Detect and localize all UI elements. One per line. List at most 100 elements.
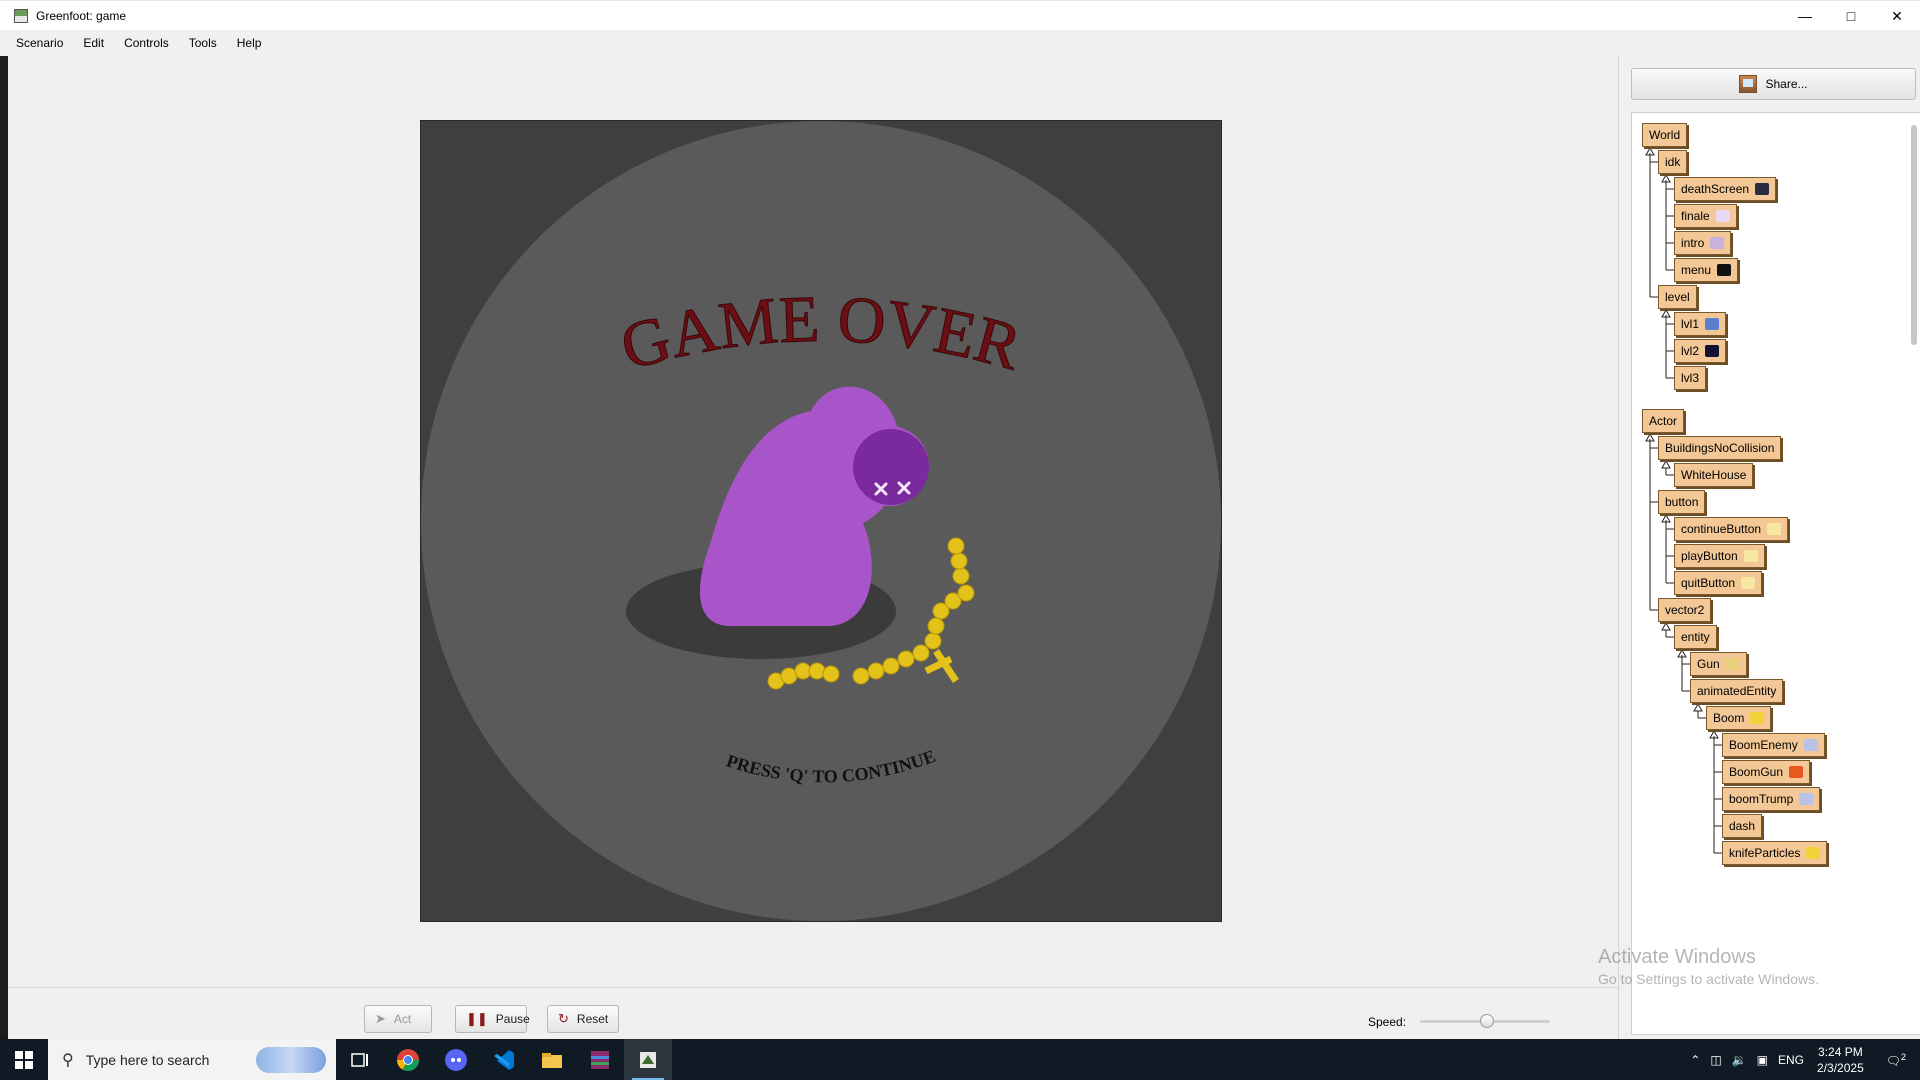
volume-icon[interactable]: 🔉 xyxy=(1727,1053,1752,1067)
class-intro[interactable]: intro xyxy=(1674,231,1732,255)
windows-taskbar: ⚲ Type here to search ⌃ ◫ 🔉 ▣ ENG 3:24 P… xyxy=(0,1039,1920,1080)
class-image-icon xyxy=(1743,550,1758,562)
class-label: idk xyxy=(1665,155,1681,169)
class-label: lvl3 xyxy=(1681,371,1700,385)
class-Gun[interactable]: Gun xyxy=(1690,652,1747,676)
class-image-icon xyxy=(1741,577,1756,589)
class-diagram: World idk deathScreen finale intro menu level l… xyxy=(1631,112,1920,1035)
search-icon: ⚲ xyxy=(62,1051,74,1069)
winrar-icon[interactable] xyxy=(576,1039,624,1080)
class-BoomEnemy[interactable]: BoomEnemy xyxy=(1722,733,1825,757)
class-BuildingsNoCollision[interactable]: BuildingsNoCollision xyxy=(1658,436,1782,460)
class-label: BuildingsNoCollision xyxy=(1665,441,1775,455)
class-label: lvl1 xyxy=(1681,317,1700,331)
search-highlight-art xyxy=(256,1047,326,1073)
minimize-button[interactable]: — xyxy=(1782,1,1828,31)
game-world-canvas[interactable]: GAME OVER PRESS 'Q' TO CONTINUE xyxy=(420,120,1222,922)
discord-icon[interactable] xyxy=(432,1039,480,1080)
clock[interactable]: 3:24 PM 2/3/2025 xyxy=(1809,1044,1872,1076)
class-image-icon xyxy=(1767,523,1782,535)
class-pane-scroll-thumb[interactable] xyxy=(1911,125,1917,345)
class-deathScreen[interactable]: deathScreen xyxy=(1674,177,1777,201)
class-pane-scrollbar[interactable] xyxy=(1910,115,1918,1032)
meet-now-icon[interactable]: ▣ xyxy=(1752,1053,1773,1067)
class-image-icon xyxy=(1789,766,1804,778)
class-quitButton[interactable]: quitButton xyxy=(1674,571,1763,595)
class-image-icon xyxy=(1755,183,1770,195)
class-image-icon xyxy=(1717,264,1732,276)
chrome-icon[interactable] xyxy=(384,1039,432,1080)
window-title: Greenfoot: game xyxy=(36,8,127,23)
class-menu[interactable]: menu xyxy=(1674,258,1739,282)
file-explorer-icon[interactable] xyxy=(528,1039,576,1080)
share-easel-icon xyxy=(1739,75,1758,93)
class-button[interactable]: button xyxy=(1658,490,1706,514)
class-label: finale xyxy=(1681,209,1710,223)
blob-eye-patch xyxy=(853,429,929,505)
class-label: playButton xyxy=(1681,549,1738,563)
class-hierarchy-lines xyxy=(1645,146,1722,854)
class-World[interactable]: World xyxy=(1642,123,1688,147)
speed-slider[interactable] xyxy=(1420,1014,1550,1028)
menu-help[interactable]: Help xyxy=(229,36,270,50)
class-Actor[interactable]: Actor xyxy=(1642,409,1685,433)
class-label: quitButton xyxy=(1681,576,1736,590)
class-idk[interactable]: idk xyxy=(1658,150,1688,174)
class-lvl3[interactable]: lvl3 xyxy=(1674,366,1707,390)
network-icon[interactable]: ◫ xyxy=(1705,1053,1726,1067)
class-animatedEntity[interactable]: animatedEntity xyxy=(1690,679,1784,703)
class-image-icon xyxy=(1715,210,1730,222)
game-over-screen: GAME OVER PRESS 'Q' TO CONTINUE xyxy=(421,121,1221,921)
class-image-icon xyxy=(1705,345,1720,357)
notifications-icon[interactable]: 🗨2 xyxy=(1872,1052,1920,1068)
language-indicator[interactable]: ENG xyxy=(1773,1053,1809,1067)
class-label: WhiteHouse xyxy=(1681,468,1747,482)
class-entity[interactable]: entity xyxy=(1674,625,1717,649)
vscode-icon[interactable] xyxy=(480,1039,528,1080)
share-button[interactable]: Share... xyxy=(1631,68,1916,100)
system-tray: ⌃ ◫ 🔉 ▣ ENG 3:24 PM 2/3/2025 🗨2 xyxy=(1685,1039,1920,1080)
class-continueButton[interactable]: continueButton xyxy=(1674,517,1789,541)
notification-count: 2 xyxy=(1900,1051,1906,1062)
menu-edit[interactable]: Edit xyxy=(75,36,112,50)
start-button[interactable] xyxy=(0,1039,48,1080)
class-image-icon xyxy=(1806,847,1821,859)
menu-controls[interactable]: Controls xyxy=(116,36,177,50)
reset-button[interactable]: ↻ Reset xyxy=(547,1005,619,1033)
class-boomTrump[interactable]: boomTrump xyxy=(1722,787,1821,811)
maximize-button[interactable]: □ xyxy=(1828,1,1874,31)
menu-bar: Scenario Edit Controls Tools Help xyxy=(8,30,273,56)
class-dash[interactable]: dash xyxy=(1722,814,1763,838)
greenfoot-app-icon xyxy=(14,8,28,23)
class-BoomGun[interactable]: BoomGun xyxy=(1722,760,1811,784)
class-WhiteHouse[interactable]: WhiteHouse xyxy=(1674,463,1754,487)
class-lvl1[interactable]: lvl1 xyxy=(1674,312,1727,336)
taskbar-search[interactable]: ⚲ Type here to search xyxy=(48,1039,336,1080)
class-playButton[interactable]: playButton xyxy=(1674,544,1765,568)
class-label: level xyxy=(1665,290,1690,304)
show-hidden-icons-icon[interactable]: ⌃ xyxy=(1685,1053,1705,1067)
class-level[interactable]: level xyxy=(1658,285,1697,309)
pause-icon: ❚❚ xyxy=(466,1011,488,1026)
pause-button[interactable]: ❚❚ Pause xyxy=(455,1005,530,1033)
class-knifeParticles[interactable]: knifeParticles xyxy=(1722,841,1828,865)
close-button[interactable]: ✕ xyxy=(1874,1,1920,31)
menu-scenario[interactable]: Scenario xyxy=(8,36,71,50)
speed-label: Speed: xyxy=(1368,1015,1407,1029)
class-label: animatedEntity xyxy=(1697,684,1777,698)
class-panel: Share... World idk deathScreen finale intro m… xyxy=(1618,56,1920,1039)
class-Boom[interactable]: Boom xyxy=(1706,706,1772,730)
greenfoot-icon[interactable] xyxy=(624,1039,672,1080)
menu-tools[interactable]: Tools xyxy=(181,36,225,50)
task-view-icon[interactable] xyxy=(336,1039,384,1080)
class-label: knifeParticles xyxy=(1729,846,1801,860)
act-button[interactable]: ➤ Act xyxy=(364,1005,432,1033)
left-window-edge xyxy=(0,56,8,1039)
world-area: GAME OVER PRESS 'Q' TO CONTINUE xyxy=(8,56,1618,1039)
class-vector2[interactable]: vector2 xyxy=(1658,598,1712,622)
class-image-icon xyxy=(1705,318,1720,330)
class-lvl2[interactable]: lvl2 xyxy=(1674,339,1727,363)
class-finale[interactable]: finale xyxy=(1674,204,1737,228)
search-placeholder: Type here to search xyxy=(85,1051,210,1068)
speed-slider-thumb[interactable] xyxy=(1480,1014,1494,1028)
